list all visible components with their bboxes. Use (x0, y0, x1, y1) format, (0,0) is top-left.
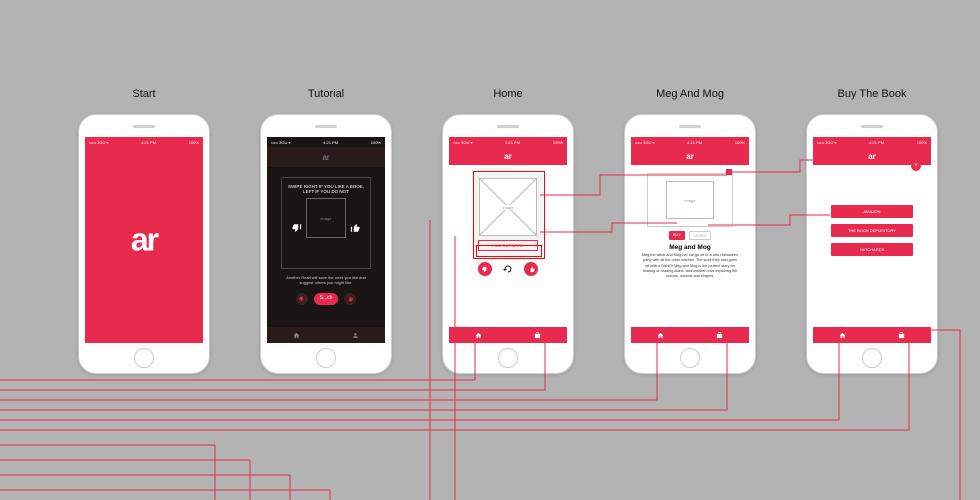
home-icon[interactable] (657, 332, 664, 339)
tutorial-body: Another Read will save the ones you like… (283, 275, 369, 285)
thumb-up-icon (528, 266, 535, 273)
home-button[interactable] (134, 348, 154, 368)
bottom-nav (631, 327, 749, 343)
tutorial-header: ar (267, 147, 385, 167)
bottom-nav (449, 327, 567, 343)
screen-label: Meg And Mog (624, 88, 756, 100)
bottom-nav (267, 327, 385, 343)
buy-option-amazon[interactable]: AMAZON (831, 205, 913, 218)
refresh-button[interactable] (502, 262, 514, 274)
screen-label: Buy The Book (806, 88, 938, 100)
tutorial-frame: SWIPE RIGHT IF YOU LIKE A BOOK, LEFT IF … (281, 177, 371, 269)
detail-image-frame: image (647, 173, 733, 227)
like-button[interactable] (524, 262, 538, 276)
screen-detail: Meg And Mog ••••• 3GU ▾ 4:21 PM 100% ar … (624, 88, 756, 374)
close-button[interactable]: × (911, 161, 921, 171)
wireframe-canvas: Start ••••• 3GU ▾ 4:21 PM 100% ar Tutori… (0, 0, 980, 500)
detail-image-placeholder: image (666, 181, 714, 219)
skip-button[interactable]: S...ch (314, 293, 339, 305)
highlight-more-btn (476, 245, 542, 257)
thumb-up-icon (347, 296, 353, 302)
thumb-up-icon (350, 223, 360, 233)
thumb-down-icon (482, 266, 489, 273)
screen-label: Tutorial (260, 88, 392, 100)
screen-start: Start ••••• 3GU ▾ 4:21 PM 100% ar (78, 88, 210, 374)
buy-screen: ••••• 3GU ▾ 4:21 PM 100% ar × AMAZON THE… (813, 137, 931, 343)
profile-icon[interactable] (352, 332, 359, 339)
status-bar: ••••• 3GU ▾ 4:21 PM 100% (813, 137, 931, 147)
status-bar: ••••• 3GU ▾ 4:21 PM 100% (631, 137, 749, 147)
book-title: Meg and Mog (631, 244, 749, 251)
refresh-icon (502, 263, 514, 275)
buy-tag[interactable]: BUY (669, 231, 685, 240)
dislike-button[interactable] (296, 293, 308, 305)
more-tag[interactable]: MORE (689, 231, 711, 240)
screen-label: Home (442, 88, 574, 100)
book-description: Meg the witch and Mog her cat go off to … (631, 253, 749, 280)
app-header: ar (631, 147, 749, 165)
phone-frame: ••••• 3GU ▾ 4:21 PM 100% ar SWIPE RIGHT … (260, 114, 392, 374)
screen-buy: Buy The Book ••••• 3GU ▾ 4:21 PM 100% ar… (806, 88, 938, 374)
card-image-placeholder: image (479, 178, 537, 236)
home-icon[interactable] (293, 332, 300, 339)
detail-screen: ••••• 3GU ▾ 4:21 PM 100% ar image BUY MO… (631, 137, 749, 343)
home-icon[interactable] (475, 332, 482, 339)
thumb-down-icon (299, 296, 305, 302)
screen-tutorial: Tutorial ••••• 3GU ▾ 4:21 PM 100% ar SWI… (260, 88, 392, 374)
app-logo: ar (131, 222, 157, 259)
home-button[interactable] (862, 348, 882, 368)
phone-frame: ••••• 3GU ▾ 4:21 PM 100% ar (78, 114, 210, 374)
tutorial-screen: ••••• 3GU ▾ 4:21 PM 100% ar SWIPE RIGHT … (267, 137, 385, 343)
home-button[interactable] (316, 348, 336, 368)
home-button[interactable] (498, 348, 518, 368)
home-screen: ••••• 3GU ▾ 4:21 PM 100% ar image FIND O… (449, 137, 567, 343)
screen-label: Start (78, 88, 210, 100)
like-button[interactable] (344, 293, 356, 305)
phone-frame: ••••• 3GU ▾ 4:21 PM 100% ar × AMAZON THE… (806, 114, 938, 374)
tutorial-instruction: SWIPE RIGHT IF YOU LIKE A BOOK, LEFT IF … (286, 184, 366, 194)
bag-icon[interactable] (716, 332, 723, 339)
buy-option-hatchards[interactable]: HATCHARDS (831, 243, 913, 256)
buy-option-bookdepository[interactable]: THE BOOK DEPOSITORY (831, 224, 913, 237)
status-bar: ••••• 3GU ▾ 4:21 PM 100% (267, 137, 385, 147)
home-button[interactable] (680, 348, 700, 368)
bag-icon[interactable] (534, 332, 541, 339)
book-card[interactable]: image FIND OUT MORE (473, 173, 543, 256)
status-bar: ••••• 3GU ▾ 4:21 PM 100% (449, 137, 567, 147)
bottom-nav (813, 327, 931, 343)
dislike-button[interactable] (478, 262, 492, 276)
status-bar: ••••• 3GU ▾ 4:21 PM 100% (85, 137, 203, 147)
home-icon[interactable] (839, 332, 846, 339)
start-screen: ••••• 3GU ▾ 4:21 PM 100% ar (85, 137, 203, 343)
screen-home: Home ••••• 3GU ▾ 4:21 PM 100% ar image F… (442, 88, 574, 374)
bag-icon[interactable] (898, 332, 905, 339)
phone-frame: ••••• 3GU ▾ 4:21 PM 100% ar image BUY MO… (624, 114, 756, 374)
app-header: ar (449, 147, 567, 165)
thumb-down-icon (292, 223, 302, 233)
phone-frame: ••••• 3GU ▾ 4:21 PM 100% ar image FIND O… (442, 114, 574, 374)
